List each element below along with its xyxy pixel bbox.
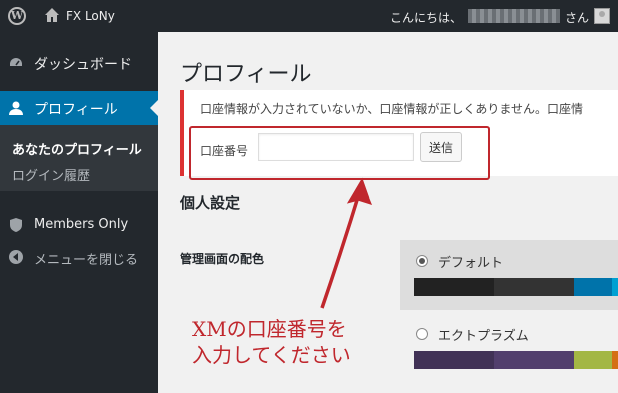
swatch-color	[612, 278, 618, 296]
shield-icon	[8, 217, 24, 233]
sidebar-item-label: メニューを閉じる	[34, 253, 139, 268]
home-icon[interactable]	[44, 7, 60, 23]
swatch-color	[414, 278, 494, 296]
section-title-personal-settings: 個人設定	[180, 194, 241, 212]
annotation-line-2: 入力してください	[192, 343, 351, 367]
submenu-item-your-profile[interactable]: あなたのプロフィール	[12, 139, 142, 158]
sidebar-item-label: ダッシュボード	[34, 57, 132, 73]
admin-bar: W FX LoNy こんにちは、 さん	[0, 0, 618, 32]
sidebar-item-label: プロフィール	[34, 102, 118, 118]
swatch-color	[612, 351, 618, 369]
user-icon	[8, 100, 24, 116]
scheme-swatch	[414, 278, 618, 296]
swatch-color	[494, 278, 574, 296]
sidebar-item-members-only[interactable]: Members Only	[0, 209, 158, 243]
wordpress-logo-icon[interactable]: W	[8, 7, 26, 25]
scheme-radio[interactable]	[416, 328, 428, 340]
page-title: プロフィール	[180, 62, 312, 87]
scheme-name: エクトプラズム	[438, 329, 529, 344]
scheme-radio[interactable]	[416, 255, 428, 267]
color-scheme-option-ectoplasm[interactable]: エクトプラズム	[400, 313, 618, 383]
annotation-highlight-box	[189, 126, 490, 180]
sidebar-item-dashboard[interactable]: ダッシュボード	[0, 47, 158, 81]
submenu-item-login-history[interactable]: ログイン履歴	[12, 165, 90, 184]
swatch-color	[494, 351, 574, 369]
greeting-text: こんにちは、	[390, 11, 463, 25]
collapse-arrow-icon	[8, 249, 24, 265]
site-name-link[interactable]: FX LoNy	[66, 9, 115, 23]
notice-message: 口座情報が入力されていないか、口座情報が正しくありません。口座情	[200, 102, 584, 116]
annotation-text: XMの口座番号を 入力してください	[192, 316, 351, 368]
avatar[interactable]	[594, 8, 610, 24]
swatch-color	[574, 351, 612, 369]
username-redacted	[468, 9, 560, 23]
color-scheme-label: 管理画面の配色	[180, 252, 265, 266]
dashboard-gauge-icon	[8, 55, 24, 71]
scheme-name: デフォルト	[438, 256, 504, 271]
scheme-swatch	[414, 351, 618, 369]
sidebar-collapse-menu[interactable]: メニューを閉じる	[0, 241, 158, 275]
swatch-color	[574, 278, 612, 296]
greeting-suffix: さん	[565, 11, 590, 25]
profile-submenu: あなたのプロフィール ログイン履歴	[0, 125, 158, 191]
swatch-color	[414, 351, 494, 369]
sidebar-item-profile[interactable]: プロフィール	[0, 91, 158, 125]
sidebar-item-label: Members Only	[34, 217, 129, 232]
color-scheme-option-default[interactable]: デフォルト	[400, 240, 618, 310]
admin-sidebar: ダッシュボード プロフィール あなたのプロフィール ログイン履歴 Members…	[0, 32, 158, 393]
annotation-line-1: XMの口座番号を	[192, 317, 347, 341]
